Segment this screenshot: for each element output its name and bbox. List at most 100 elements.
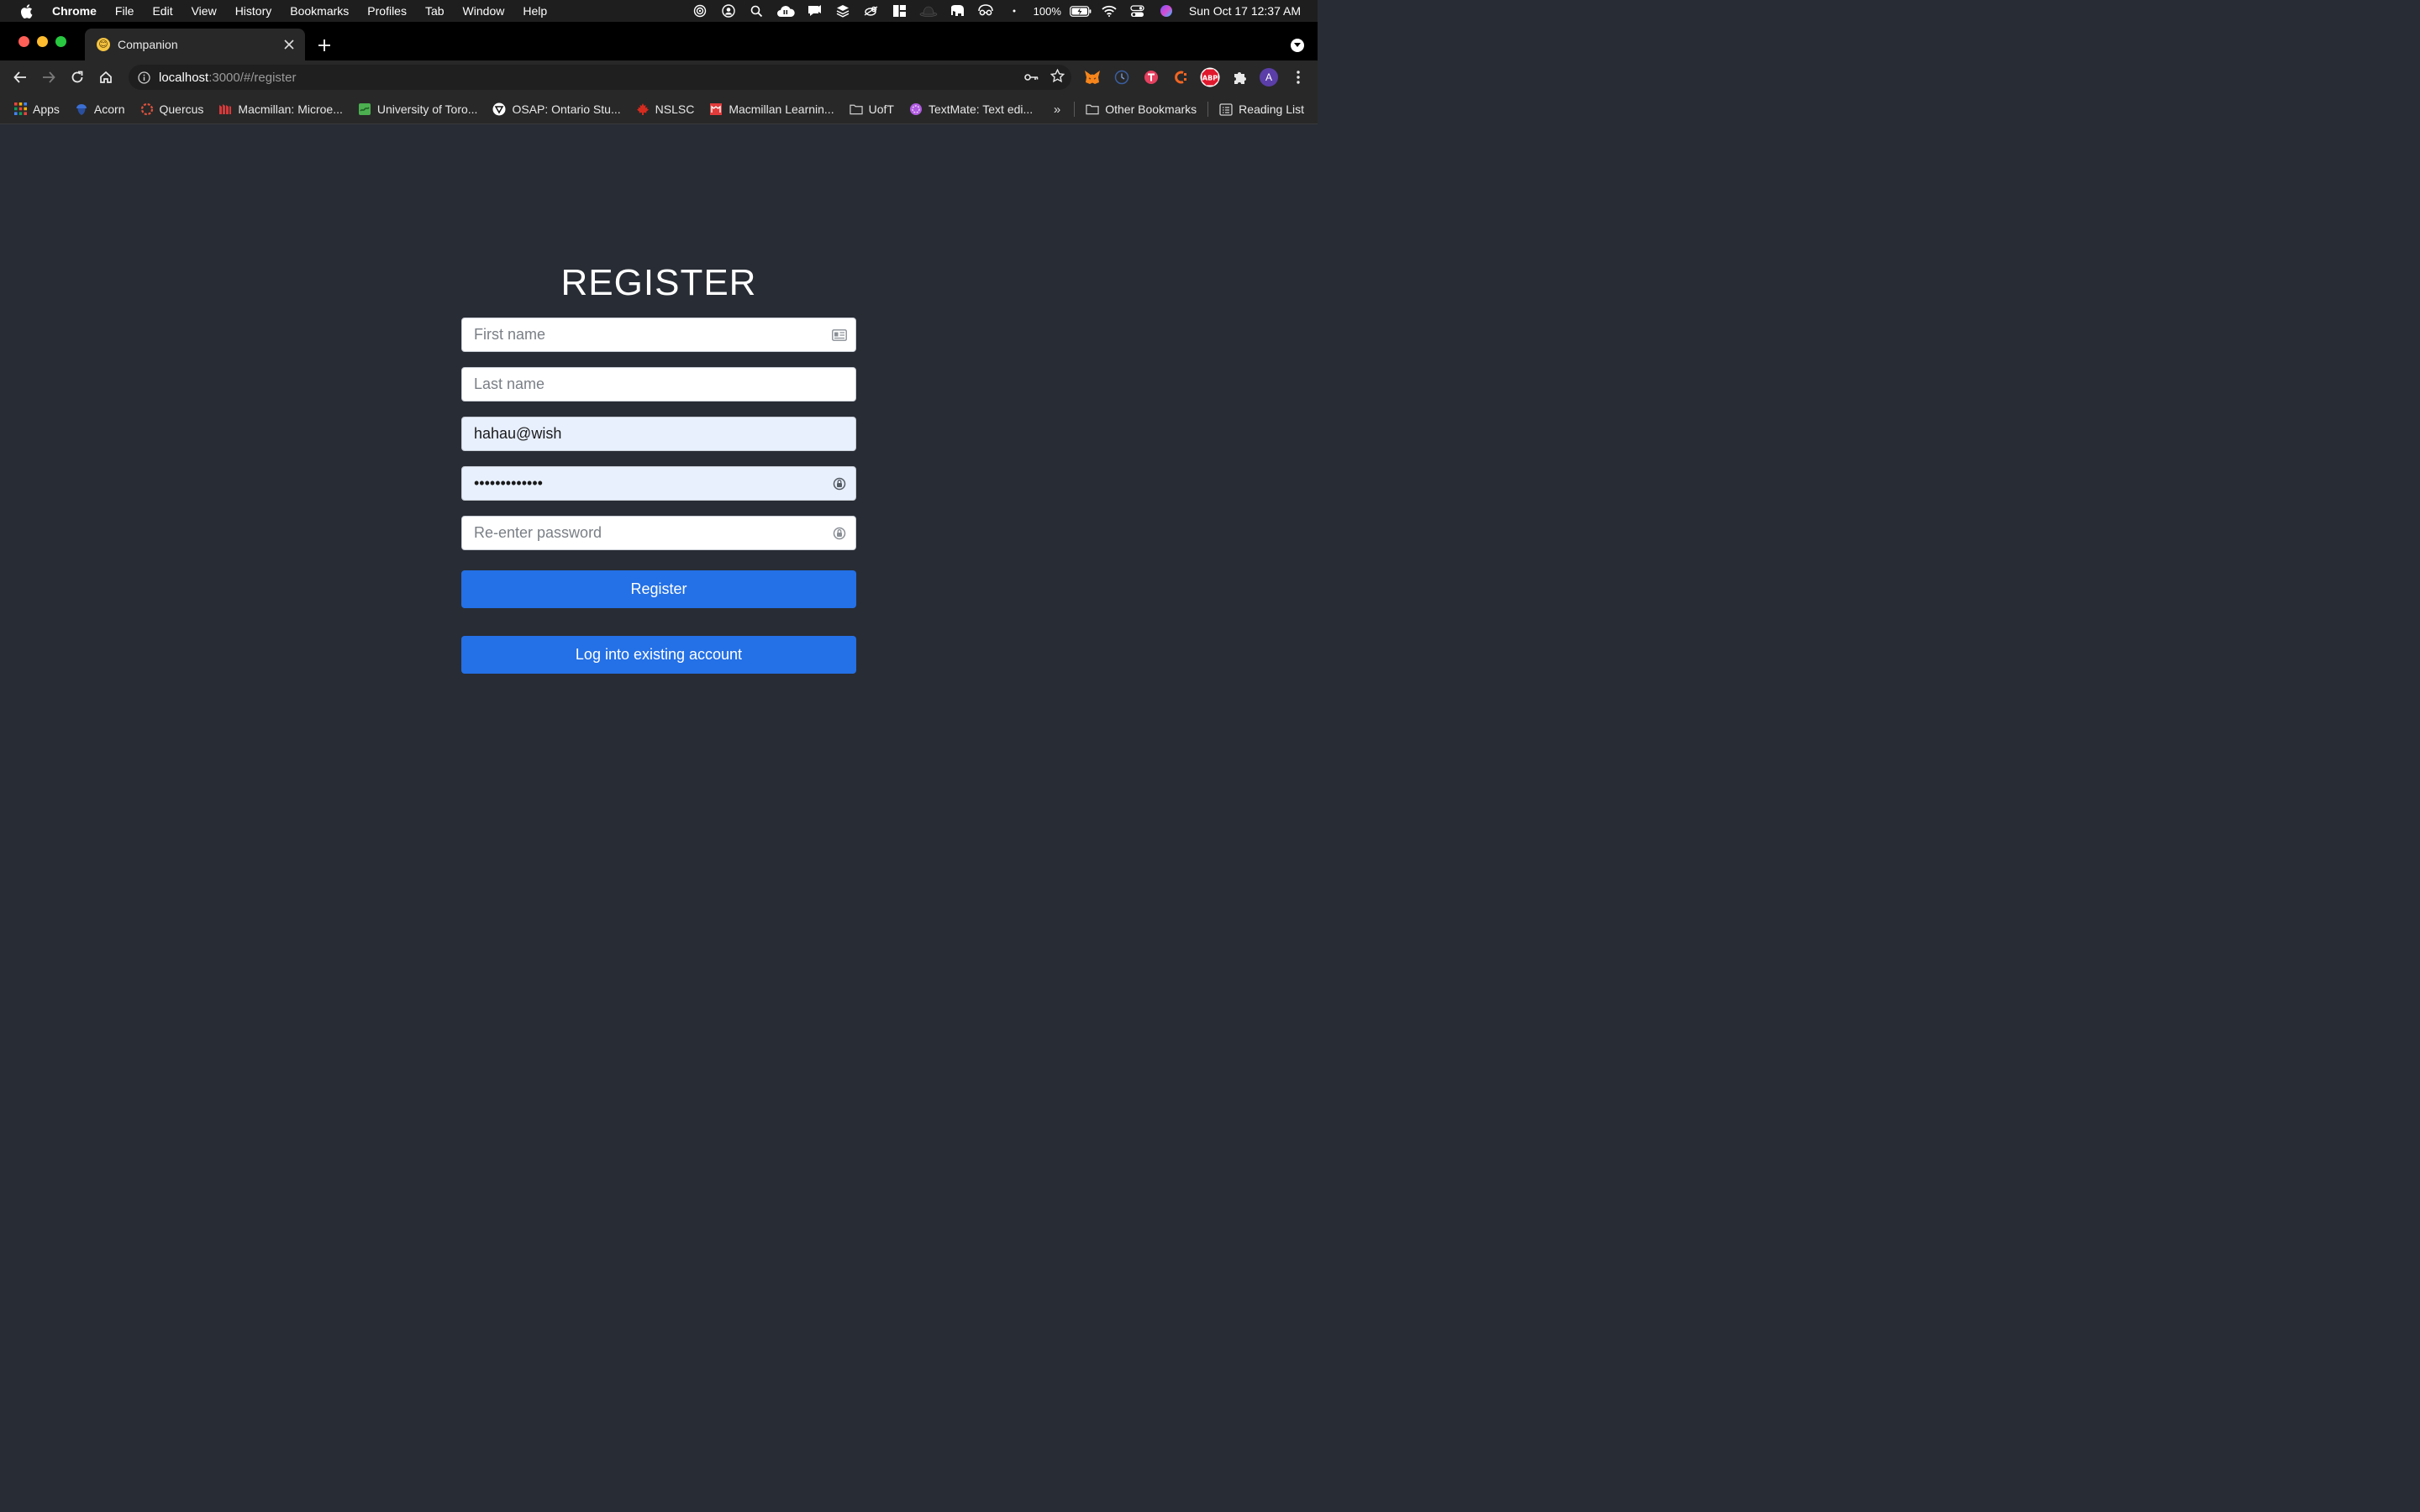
- apps-grid-icon: [13, 102, 27, 116]
- bookmark-acorn[interactable]: Acorn: [67, 97, 133, 121]
- bookmark-osap[interactable]: OSAP: Ontario Stu...: [485, 97, 628, 121]
- apple-menu-icon[interactable]: [0, 3, 52, 18]
- battery-percentage: 100%: [1033, 4, 1061, 18]
- menu-clock[interactable]: Sun Oct 17 12:37 AM: [1181, 4, 1318, 18]
- bookmark-star-icon[interactable]: [1050, 68, 1065, 87]
- zoom-window-button[interactable]: [55, 36, 66, 47]
- bookmark-label: NSLSC: [655, 102, 695, 116]
- bookmark-university-of-toronto[interactable]: University of Toro...: [350, 97, 486, 121]
- quercus-icon: [140, 102, 154, 116]
- notification-bell-icon[interactable]: [800, 0, 829, 22]
- control-center-icon[interactable]: [1123, 0, 1152, 22]
- first-name-field: [461, 318, 856, 352]
- first-name-input[interactable]: [462, 318, 855, 351]
- close-window-button[interactable]: [18, 36, 29, 47]
- avatar: A: [1260, 68, 1278, 87]
- tab-title: Companion: [118, 38, 178, 51]
- folder-icon: [849, 102, 863, 116]
- reenter-password-input[interactable]: [462, 517, 855, 549]
- password-key-icon[interactable]: [1024, 71, 1039, 85]
- elephant-icon[interactable]: [943, 0, 971, 22]
- cloud-backup-icon[interactable]: [771, 0, 800, 22]
- bookmark-label: Macmillan: Microe...: [238, 102, 343, 116]
- bookmark-other-bookmarks[interactable]: Other Bookmarks: [1078, 97, 1204, 121]
- menu-profiles[interactable]: Profiles: [358, 4, 416, 18]
- email-input[interactable]: [462, 417, 855, 450]
- register-form: REGISTER Register Log into exist: [461, 259, 856, 674]
- menu-file[interactable]: File: [106, 4, 144, 18]
- window-controls: [18, 36, 66, 47]
- bookmark-folder-uoft[interactable]: UofT: [842, 97, 902, 121]
- bookmarks-separator: [1207, 102, 1209, 117]
- forward-button[interactable]: [34, 63, 63, 92]
- back-button[interactable]: [6, 63, 34, 92]
- bookmark-quercus[interactable]: Quercus: [133, 97, 212, 121]
- c-extension-icon[interactable]: [1168, 65, 1193, 90]
- site-info-icon[interactable]: [129, 71, 159, 84]
- wifi-icon[interactable]: [1095, 0, 1123, 22]
- bookmark-nslsc[interactable]: NSLSC: [629, 97, 702, 121]
- bookmark-label: Quercus: [159, 102, 204, 116]
- minimize-window-button[interactable]: [37, 36, 48, 47]
- menu-history[interactable]: History: [226, 4, 281, 18]
- register-button[interactable]: Register: [461, 570, 856, 608]
- bookmark-macmillan-learning[interactable]: Macmillan Learnin...: [702, 97, 841, 121]
- bookmark-label: Acorn: [93, 102, 125, 116]
- extensions-puzzle-icon[interactable]: [1227, 65, 1252, 90]
- menu-view[interactable]: View: [182, 4, 226, 18]
- battery-icon[interactable]: [1066, 0, 1095, 22]
- address-bar[interactable]: localhost:3000/#/register: [129, 65, 1071, 90]
- spotlight-search-icon[interactable]: [743, 0, 771, 22]
- bookmark-macmillan-microe[interactable]: Macmillan: Microe...: [211, 97, 350, 121]
- user-account-icon[interactable]: [714, 0, 743, 22]
- log-into-existing-account-button[interactable]: Log into existing account: [461, 636, 856, 674]
- password-manager-icon[interactable]: [832, 476, 847, 491]
- layers-icon[interactable]: [829, 0, 857, 22]
- menu-status-area: 100% Sun Oct 17 12:37 AM: [686, 0, 1318, 22]
- reload-button[interactable]: [63, 63, 92, 92]
- tab-close-icon[interactable]: [280, 35, 298, 54]
- chrome-menu-icon[interactable]: [1286, 65, 1311, 90]
- clock-extension-icon[interactable]: [1109, 65, 1134, 90]
- tab-companion[interactable]: 😊 Companion: [85, 29, 305, 60]
- bowler-hat-icon[interactable]: [914, 0, 943, 22]
- tab-search-icon[interactable]: [1291, 39, 1304, 52]
- reading-list-button[interactable]: Reading List: [1212, 97, 1318, 121]
- password-field: [461, 466, 856, 501]
- browser-toolbar: localhost:3000/#/register ABP A: [0, 60, 1318, 94]
- adblock-plus-icon[interactable]: ABP: [1197, 65, 1223, 90]
- bookmarks-overflow-chevron[interactable]: »: [1044, 102, 1071, 117]
- last-name-input[interactable]: [462, 368, 855, 401]
- menu-tab[interactable]: Tab: [416, 4, 454, 18]
- menu-window[interactable]: Window: [454, 4, 514, 18]
- incognito-icon[interactable]: [971, 0, 1000, 22]
- bookmark-textmate[interactable]: TextMate: Text edi...: [902, 97, 1040, 121]
- password-manager-icon[interactable]: [832, 526, 847, 541]
- bookmark-label: Apps: [33, 102, 60, 116]
- bookmark-label: Reading List: [1239, 102, 1304, 116]
- t-extension-icon[interactable]: [1139, 65, 1164, 90]
- bookmark-label: OSAP: Ontario Stu...: [512, 102, 621, 116]
- contact-card-icon[interactable]: [832, 328, 847, 343]
- metamask-fox-icon[interactable]: [1080, 65, 1105, 90]
- password-input[interactable]: [462, 467, 855, 500]
- textmate-icon: [909, 102, 923, 116]
- airdrop-icon[interactable]: [686, 0, 714, 22]
- siri-icon[interactable]: [1152, 0, 1181, 22]
- macmillan-icon: [218, 102, 232, 116]
- menu-edit[interactable]: Edit: [143, 4, 182, 18]
- menu-app-name[interactable]: Chrome: [52, 4, 106, 18]
- reenter-password-field: [461, 516, 856, 550]
- bookmark-label: TextMate: Text edi...: [928, 102, 1034, 116]
- bookmark-label: Other Bookmarks: [1105, 102, 1197, 116]
- menu-help[interactable]: Help: [513, 4, 556, 18]
- new-tab-button[interactable]: [313, 34, 336, 57]
- bookmark-apps[interactable]: Apps: [0, 97, 67, 121]
- home-button[interactable]: [92, 63, 120, 92]
- bird-icon[interactable]: [857, 0, 886, 22]
- reading-list-icon: [1219, 102, 1233, 116]
- url-host: localhost: [159, 70, 209, 85]
- menu-bookmarks[interactable]: Bookmarks: [281, 4, 358, 18]
- profile-avatar[interactable]: A: [1256, 65, 1281, 90]
- window-layout-icon[interactable]: [886, 0, 914, 22]
